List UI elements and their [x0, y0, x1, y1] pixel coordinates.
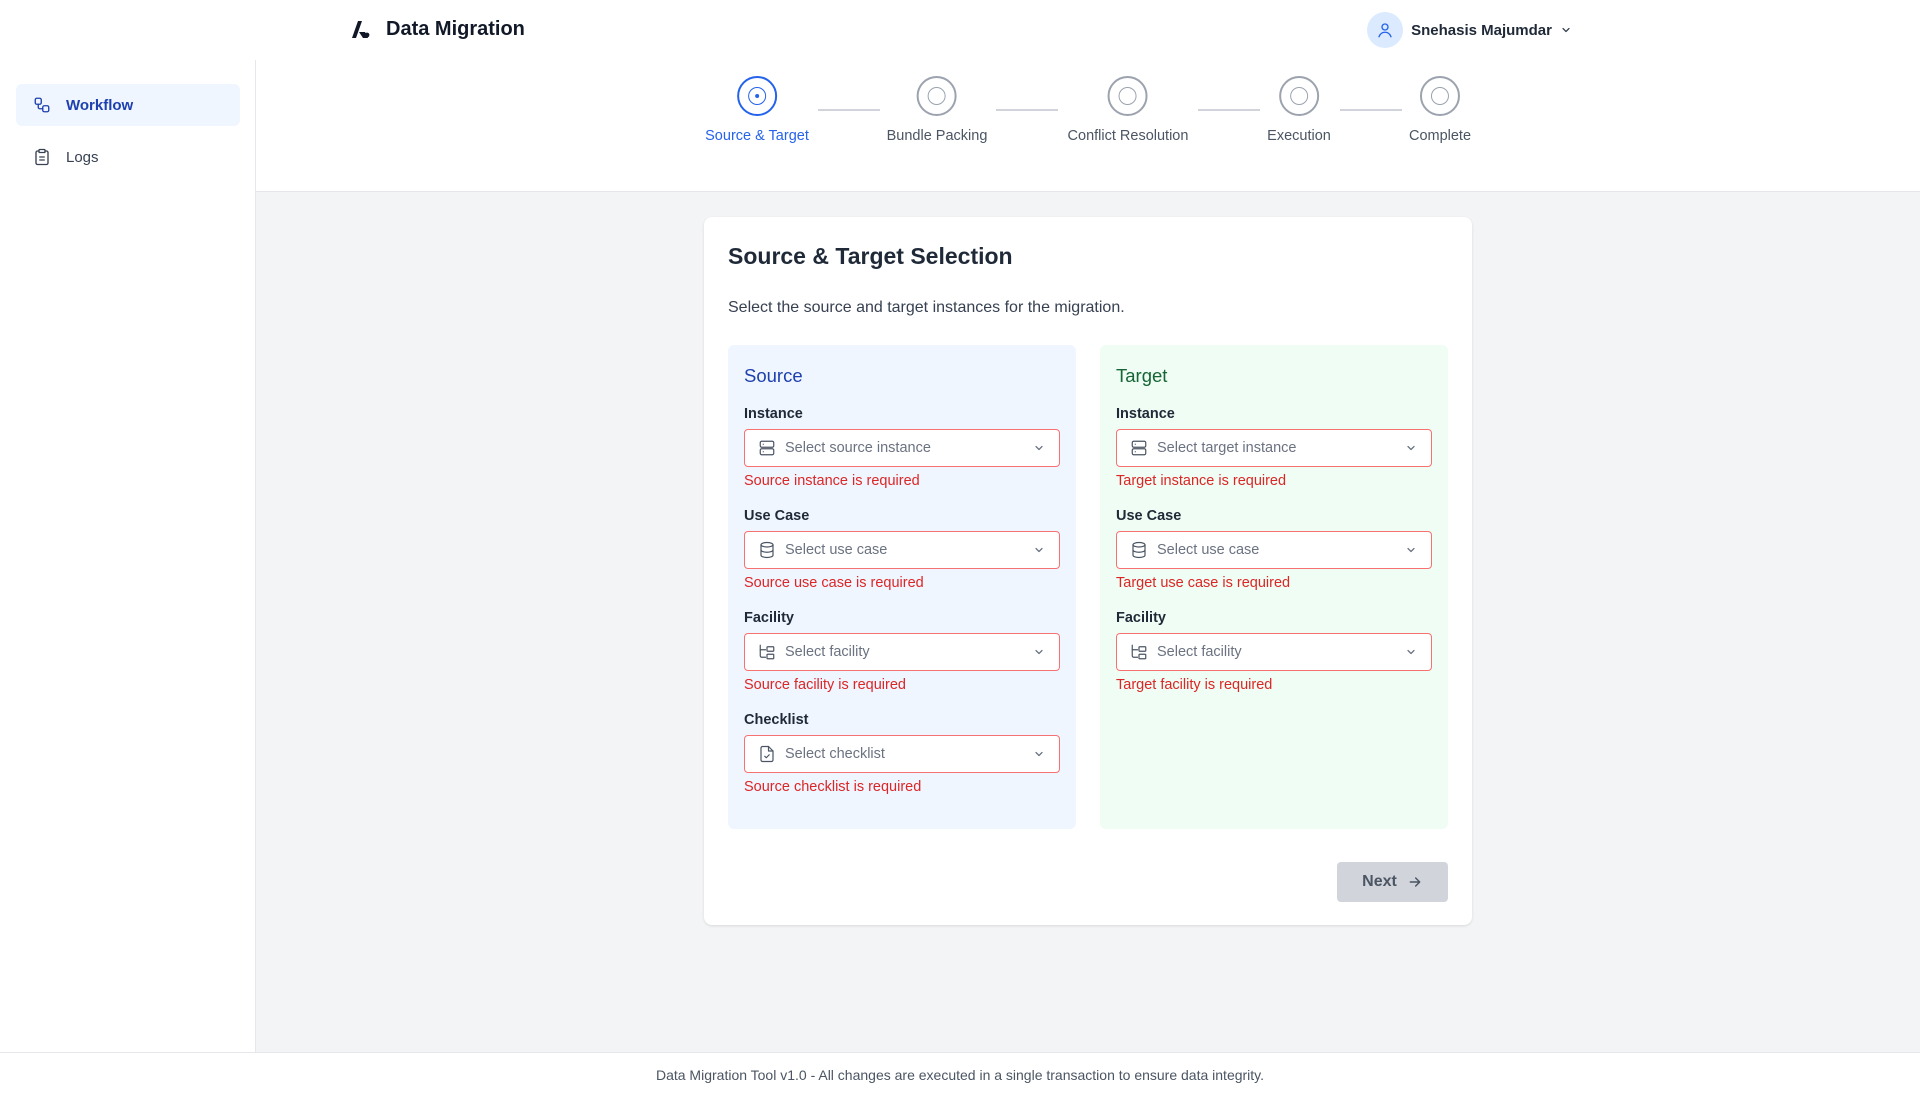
sidebar: Workflow Logs [0, 60, 256, 1052]
target-instance-select[interactable]: Select target instance [1116, 429, 1432, 467]
chevron-down-icon [1405, 645, 1419, 659]
progress-stepper: Source & Target Bundle Packing Conflict … [256, 60, 1920, 192]
source-usecase-placeholder: Select use case [785, 542, 888, 558]
step-circle-icon [737, 76, 777, 116]
chevron-down-icon [1033, 747, 1047, 761]
folder-tree-icon [757, 642, 777, 662]
page-title: Source & Target Selection [728, 243, 1013, 269]
chevron-down-icon [1033, 543, 1047, 557]
step-label: Bundle Packing [886, 128, 988, 144]
main-content: Source & Target Selection Select the sou… [256, 192, 1920, 1052]
target-facility-label: Facility [1116, 610, 1166, 626]
chevron-down-icon [1560, 23, 1574, 37]
source-instance-select[interactable]: Select source instance [744, 429, 1060, 467]
footer-text: Data Migration Tool v1.0 - All changes a… [655, 1067, 1265, 1083]
sidebar-item-label: Logs [66, 148, 99, 166]
step-circle-icon [1420, 76, 1460, 116]
step-source-target[interactable]: Source & Target [705, 76, 809, 144]
folder-tree-icon [1129, 642, 1149, 662]
target-usecase-placeholder: Select use case [1157, 542, 1260, 558]
target-instance-error: Target instance is required [1116, 473, 1287, 489]
source-checklist-placeholder: Select checklist [785, 746, 885, 762]
step-connector [996, 109, 1058, 111]
source-facility-placeholder: Select facility [785, 644, 870, 660]
step-circle-icon [916, 76, 957, 116]
chevron-down-icon [1405, 441, 1419, 455]
source-panel: Source Instance Select source instance S… [728, 345, 1076, 829]
target-usecase-error: Target use case is required [1116, 575, 1291, 591]
step-label: Complete [1408, 128, 1472, 144]
source-usecase-select[interactable]: Select use case [744, 531, 1060, 569]
user-menu-button[interactable]: Snehasis Majumdar [1367, 12, 1574, 48]
next-button[interactable]: Next [1337, 862, 1448, 902]
source-instance-label: Instance [744, 406, 803, 422]
target-facility-placeholder: Select facility [1157, 644, 1242, 660]
source-usecase-label: Use Case [744, 508, 810, 524]
database-icon [1129, 540, 1149, 560]
step-bundle-packing[interactable]: Bundle Packing [886, 76, 988, 144]
source-facility-select[interactable]: Select facility [744, 633, 1060, 671]
step-connector [1340, 109, 1402, 111]
brand: Data Migration [348, 16, 525, 42]
step-complete[interactable]: Complete [1409, 76, 1471, 144]
chevron-down-icon [1033, 441, 1047, 455]
target-instance-placeholder: Select target instance [1157, 440, 1297, 456]
target-facility-select[interactable]: Select facility [1116, 633, 1432, 671]
step-connector [1198, 109, 1260, 111]
step-conflict-resolution[interactable]: Conflict Resolution [1067, 76, 1189, 144]
sidebar-item-workflow[interactable]: Workflow [16, 84, 240, 126]
target-usecase-select[interactable]: Select use case [1116, 531, 1432, 569]
source-checklist-select[interactable]: Select checklist [744, 735, 1060, 773]
step-label: Conflict Resolution [1067, 128, 1189, 144]
step-circle-icon [1279, 76, 1319, 116]
app-footer: Data Migration Tool v1.0 - All changes a… [0, 1052, 1920, 1097]
target-facility-error: Target facility is required [1116, 677, 1273, 693]
target-instance-label: Instance [1116, 406, 1175, 422]
target-usecase-label: Use Case [1116, 508, 1182, 524]
source-checklist-error: Source checklist is required [744, 779, 922, 795]
step-label: Source & Target [705, 128, 809, 144]
source-instance-placeholder: Select source instance [785, 440, 931, 456]
source-instance-error: Source instance is required [744, 473, 920, 489]
page-description: Select the source and target instances f… [728, 299, 1125, 316]
sidebar-item-label: Workflow [66, 96, 134, 114]
selection-card: Source & Target Selection Select the sou… [704, 217, 1472, 925]
source-panel-title: Source [744, 365, 803, 386]
step-connector [818, 109, 880, 111]
target-panel: Target Instance Select target instance T… [1100, 345, 1448, 829]
chevron-down-icon [1033, 645, 1047, 659]
app-header: Data Migration Snehasis Majumdar [0, 0, 1920, 60]
target-panel-title: Target [1116, 365, 1168, 386]
sidebar-item-logs[interactable]: Logs [16, 136, 240, 178]
step-circle-icon [1108, 76, 1148, 116]
clipboard-icon [32, 147, 52, 167]
source-facility-label: Facility [744, 610, 794, 626]
step-label: Execution [1267, 128, 1331, 144]
next-button-label: Next [1362, 873, 1397, 890]
brand-logo-icon [348, 16, 372, 42]
workflow-icon [32, 95, 52, 115]
arrow-right-icon [1407, 874, 1423, 890]
source-usecase-error: Source use case is required [744, 575, 924, 591]
user-name: Snehasis Majumdar [1411, 21, 1552, 39]
source-facility-error: Source facility is required [744, 677, 906, 693]
server-icon [1129, 438, 1149, 458]
server-icon [757, 438, 777, 458]
source-checklist-label: Checklist [744, 712, 809, 728]
app-title: Data Migration [386, 17, 525, 40]
user-icon [1367, 12, 1404, 48]
chevron-down-icon [1405, 543, 1419, 557]
file-check-icon [757, 744, 777, 764]
database-icon [757, 540, 777, 560]
step-execution[interactable]: Execution [1267, 76, 1331, 144]
